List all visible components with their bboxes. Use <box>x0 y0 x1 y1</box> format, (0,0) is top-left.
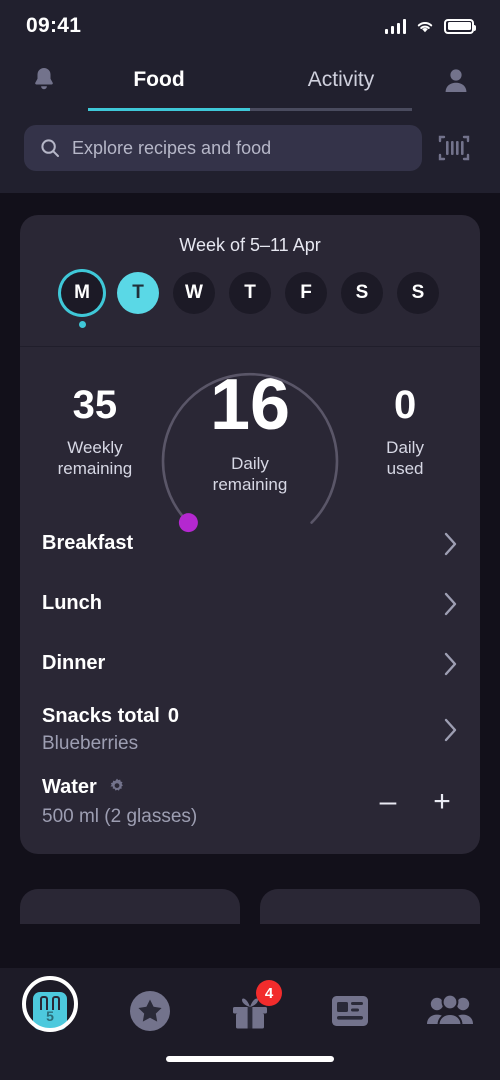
shopping-bag-icon: 5 <box>33 992 67 1030</box>
chevron-right-icon <box>432 652 458 676</box>
tab-indicator-inactive <box>250 108 412 111</box>
stat-label: Weekly remaining <box>26 437 164 480</box>
battery-icon <box>444 18 476 34</box>
snacks-count: 0 <box>167 704 179 727</box>
snacks-subtitle: Blueberries <box>42 732 139 754</box>
stat-daily-remaining: 16 Daily remaining <box>161 369 339 533</box>
top-tabs: Food Activity <box>68 52 432 108</box>
water-row: Water 500 ml (2 glasses) – + <box>42 766 458 838</box>
day-letter: W <box>173 272 215 314</box>
peek-card-right[interactable] <box>260 889 480 924</box>
search-input[interactable] <box>72 137 406 159</box>
status-bar: 09:41 <box>0 0 500 52</box>
meal-row-snacks[interactable]: Snacks total 0 Blueberries <box>42 694 458 766</box>
day-letter: M <box>61 272 103 314</box>
day-item-mon[interactable]: M <box>61 272 103 328</box>
water-title: Water <box>42 775 97 798</box>
water-increase-button[interactable]: + <box>430 786 454 817</box>
day-item-fri[interactable]: F <box>285 272 327 328</box>
day-item-wed[interactable]: W <box>173 272 215 328</box>
day-letter: T <box>117 272 159 314</box>
chevron-right-icon <box>432 718 458 742</box>
app-header: Food Activity <box>0 52 500 125</box>
stat-label-line2: used <box>386 459 424 479</box>
notifications-button[interactable] <box>20 65 68 95</box>
stat-weekly-remaining: 35 Weekly remaining <box>26 385 164 480</box>
search-box[interactable] <box>24 125 422 171</box>
stat-value: 0 <box>393 383 417 427</box>
peek-cards <box>0 889 500 924</box>
search-row <box>0 125 500 193</box>
tab-indicator <box>20 108 480 111</box>
water-title-group: Water <box>42 776 376 801</box>
nav-item-favorites[interactable] <box>100 982 200 1040</box>
nav-item-diary[interactable]: 5 <box>0 976 100 1040</box>
status-bar-time: 09:41 <box>26 14 82 37</box>
user-avatar-icon <box>445 69 467 92</box>
day-item-tue[interactable]: T <box>117 272 159 328</box>
water-decrease-button[interactable]: – <box>376 786 400 817</box>
meal-list: Breakfast Lunch Dinner Snacks total 0 Bl… <box>20 514 480 854</box>
stat-daily-used: 0 Daily used <box>336 385 474 480</box>
snacks-title: Snacks total <box>42 704 160 727</box>
home-indicator <box>166 1056 334 1062</box>
barcode-scan-button[interactable] <box>430 131 478 165</box>
calorie-summary: 35 Weekly remaining 16 Daily remaining 0… <box>20 347 480 533</box>
day-item-sat[interactable]: S <box>341 272 383 328</box>
day-item-sun[interactable]: S <box>397 272 439 328</box>
day-indicator-dot <box>78 321 86 328</box>
community-people-icon <box>427 993 473 1026</box>
cellular-signal-icon <box>384 18 406 34</box>
gear-icon[interactable] <box>108 777 126 801</box>
stat-label: Daily used <box>336 437 474 480</box>
stat-value: 35 <box>72 383 118 427</box>
meal-row-lunch[interactable]: Lunch <box>42 574 458 634</box>
meal-title: Dinner <box>42 652 106 674</box>
stat-label-line1: Daily <box>386 438 424 457</box>
scroll-content[interactable]: Week of 5–11 Apr M T W T F S S 35 Weekly… <box>0 193 500 924</box>
day-letter: F <box>285 272 327 314</box>
bottom-navigation: 5 4 <box>0 968 500 1080</box>
nav-item-news[interactable] <box>300 982 400 1040</box>
week-title: Week of 5–11 Apr <box>179 235 321 255</box>
day-letter: S <box>341 272 383 314</box>
day-letter: T <box>229 272 271 314</box>
meal-row-dinner[interactable]: Dinner <box>42 634 458 694</box>
nav-item-rewards[interactable]: 4 <box>200 980 300 1040</box>
peek-card-left[interactable] <box>20 889 240 924</box>
stat-label-line2: remaining <box>57 459 133 479</box>
water-steppers: – + <box>376 786 458 817</box>
tab-food[interactable]: Food <box>68 52 250 108</box>
day-item-thu[interactable]: T <box>229 272 271 328</box>
bell-icon <box>35 68 53 90</box>
stat-label-line1: Weekly <box>67 438 123 457</box>
day-list: M T W T F S S <box>20 272 480 332</box>
tab-indicator-active <box>88 108 250 111</box>
chevron-right-icon <box>432 592 458 616</box>
status-bar-icons <box>384 18 476 34</box>
meal-title: Lunch <box>42 592 102 614</box>
calorie-progress-ring <box>161 372 339 533</box>
star-circle-icon <box>130 991 170 1031</box>
water-amount: 500 ml (2 glasses) <box>42 805 198 827</box>
barcode-scan-icon <box>438 135 470 161</box>
news-article-icon <box>332 996 368 1026</box>
snacks-title-group: Snacks total 0 <box>42 705 432 728</box>
tab-activity[interactable]: Activity <box>250 52 432 108</box>
nav-item-community[interactable] <box>400 982 500 1040</box>
food-diary-card: Week of 5–11 Apr M T W T F S S 35 Weekly… <box>20 215 480 854</box>
wifi-icon <box>417 21 433 32</box>
profile-button[interactable] <box>432 65 480 95</box>
rewards-badge: 4 <box>256 980 282 1006</box>
chevron-right-icon <box>432 532 458 556</box>
search-icon <box>41 139 59 157</box>
day-letter: S <box>397 272 439 314</box>
week-selector: Week of 5–11 Apr M T W T F S S <box>20 215 480 346</box>
